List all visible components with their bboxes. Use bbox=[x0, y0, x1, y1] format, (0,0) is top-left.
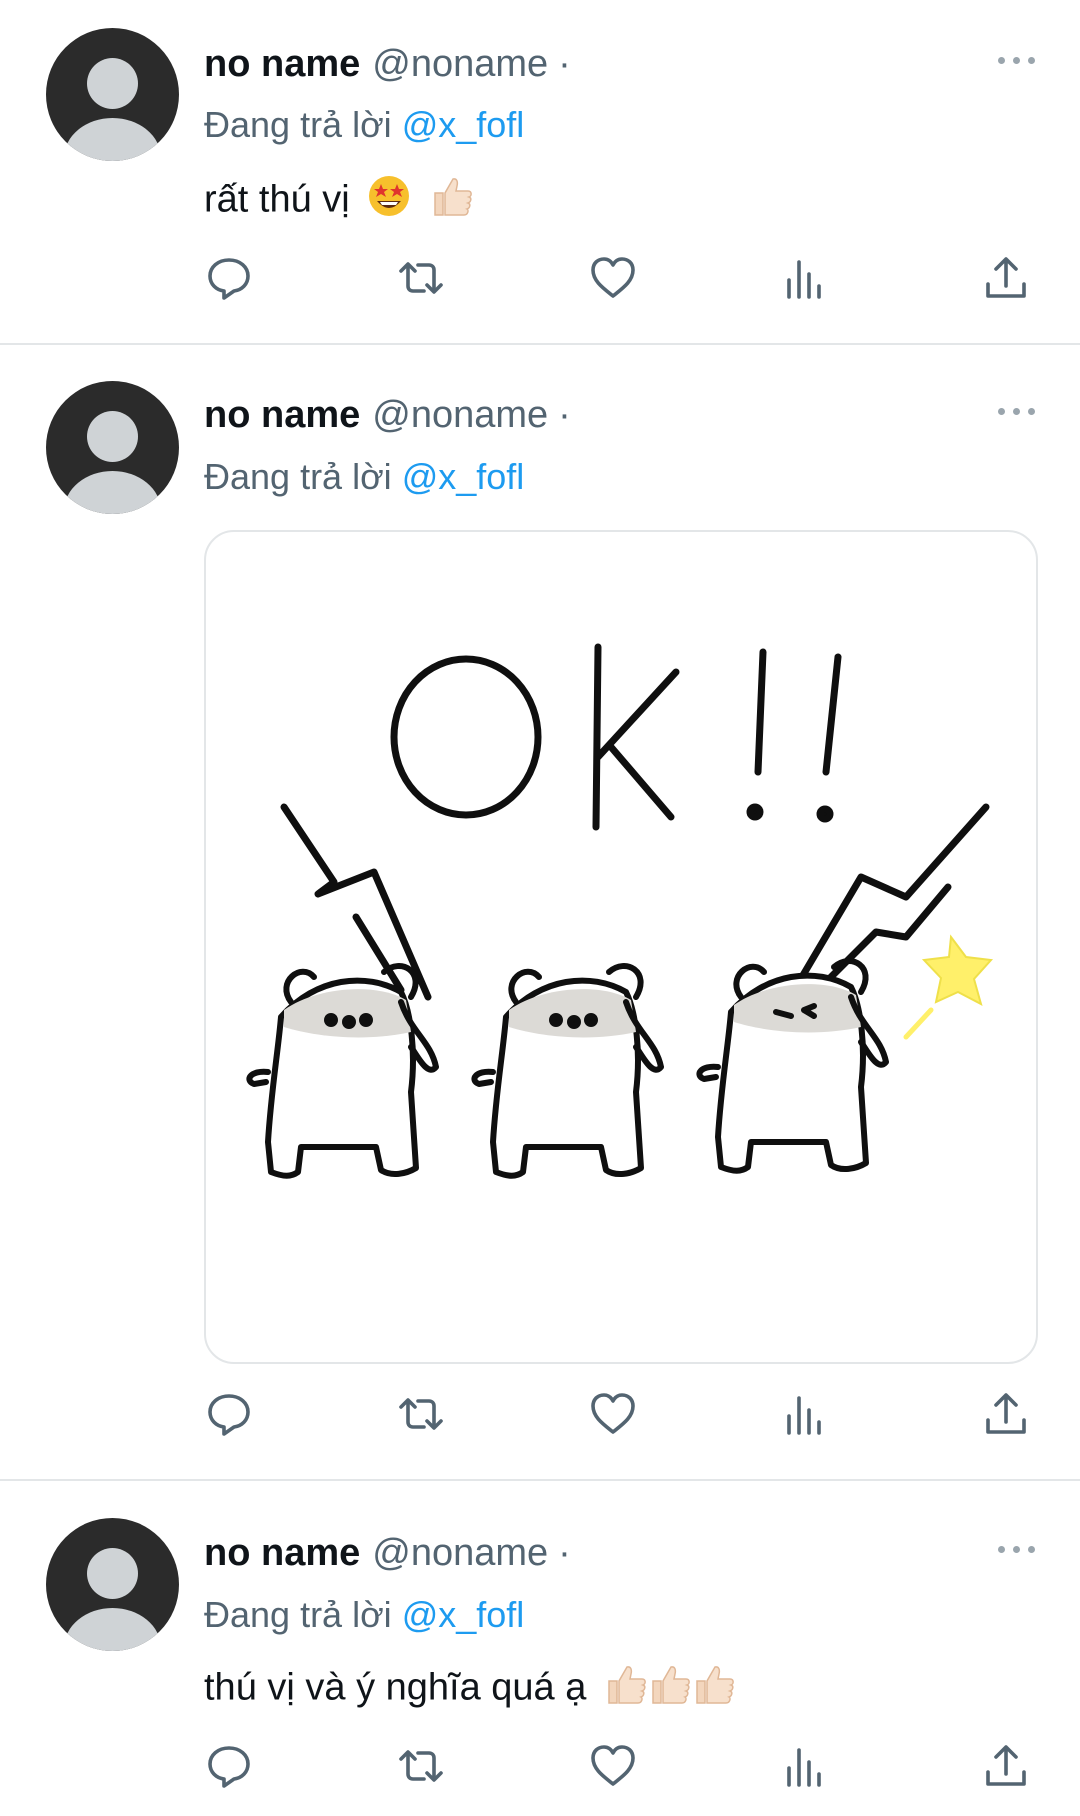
sparkle-star bbox=[903, 934, 994, 1040]
tweet-text-content: rất thú vị bbox=[204, 178, 350, 221]
avatar-head bbox=[87, 411, 138, 462]
replying-to: Đang trả lời @x_fofl bbox=[204, 455, 524, 499]
hamster-3 bbox=[696, 958, 889, 1174]
tweet-text-content: thú vị và ý nghĩa quá ạ bbox=[204, 1666, 587, 1709]
more-options-icon[interactable] bbox=[996, 1527, 1038, 1571]
avatar[interactable] bbox=[46, 381, 179, 514]
sticker-letter-k bbox=[592, 643, 680, 831]
avatar-head bbox=[87, 1548, 138, 1599]
like-icon[interactable] bbox=[585, 1386, 641, 1442]
avatar[interactable] bbox=[46, 28, 179, 161]
thumbs-up-emoji bbox=[647, 1661, 693, 1718]
star-struck-emoji bbox=[366, 173, 412, 230]
sticker-exclaim-2 bbox=[822, 653, 842, 776]
separator-dot: · bbox=[558, 394, 571, 436]
avatar-body bbox=[64, 1608, 161, 1651]
reply-icon[interactable] bbox=[201, 250, 257, 306]
tweet-header: no name @noname · bbox=[204, 42, 571, 86]
avatar-body bbox=[64, 118, 161, 161]
replying-to: Đang trả lời @x_fofl bbox=[204, 103, 524, 147]
hamster-2 bbox=[471, 963, 664, 1179]
sticker-letter-o bbox=[390, 655, 542, 819]
avatar-head bbox=[87, 58, 138, 109]
tweet[interactable]: no name @noname · Đang trả lời @x_fofl thú… bbox=[0, 1481, 1080, 1816]
hamster-ok-sticker bbox=[246, 643, 994, 1179]
views-icon[interactable] bbox=[778, 1386, 834, 1442]
tweet-header: no name @noname · bbox=[204, 393, 571, 437]
more-options-icon[interactable] bbox=[996, 38, 1038, 82]
thumbs-up-emoji bbox=[429, 173, 475, 230]
thumbs-up-emoji bbox=[603, 1661, 649, 1718]
reply-mention-link[interactable]: @x_fofl bbox=[402, 1594, 525, 1635]
reply-mention-link[interactable]: @x_fofl bbox=[402, 104, 525, 145]
retweet-icon[interactable] bbox=[393, 1738, 449, 1794]
user-handle[interactable]: @noname bbox=[372, 394, 548, 436]
display-name[interactable]: no name bbox=[204, 43, 360, 85]
views-icon[interactable] bbox=[778, 1738, 834, 1794]
user-handle[interactable]: @noname bbox=[372, 43, 548, 85]
replying-to-label: Đang trả lời bbox=[204, 456, 392, 497]
reply-mention-link[interactable]: @x_fofl bbox=[402, 456, 525, 497]
retweet-icon[interactable] bbox=[393, 1386, 449, 1442]
display-name[interactable]: no name bbox=[204, 1532, 360, 1574]
replying-to: Đang trả lời @x_fofl bbox=[204, 1593, 524, 1637]
share-icon[interactable] bbox=[978, 1738, 1034, 1794]
share-icon[interactable] bbox=[978, 250, 1034, 306]
separator-dot: · bbox=[558, 43, 571, 85]
hamster-1 bbox=[246, 963, 439, 1179]
tweet-actions bbox=[0, 250, 1080, 306]
tweet-media-sticker[interactable] bbox=[204, 530, 1038, 1364]
tweet-header: no name @noname · bbox=[204, 1531, 571, 1575]
sticker-exclaim-1 bbox=[754, 648, 767, 776]
user-handle[interactable]: @noname bbox=[372, 1532, 548, 1574]
reply-icon[interactable] bbox=[201, 1738, 257, 1794]
retweet-icon[interactable] bbox=[393, 250, 449, 306]
reply-icon[interactable] bbox=[201, 1386, 257, 1442]
avatar[interactable] bbox=[46, 1518, 179, 1651]
thumbs-up-emoji bbox=[691, 1661, 737, 1718]
tweet[interactable]: no name @noname · Đang trả lời @x_fofl rất… bbox=[0, 0, 1080, 345]
separator-dot: · bbox=[558, 1532, 571, 1574]
tweet-text: rất thú vị bbox=[204, 173, 475, 230]
replying-to-label: Đang trả lời bbox=[204, 104, 392, 145]
tweet-text: thú vị và ý nghĩa quá ạ bbox=[204, 1661, 737, 1718]
views-icon[interactable] bbox=[778, 250, 834, 306]
tweet-actions bbox=[0, 1386, 1080, 1442]
display-name[interactable]: no name bbox=[204, 394, 360, 436]
like-icon[interactable] bbox=[585, 250, 641, 306]
tweet-actions bbox=[0, 1738, 1080, 1794]
replying-to-label: Đang trả lời bbox=[204, 1594, 392, 1635]
share-icon[interactable] bbox=[978, 1386, 1034, 1442]
avatar-body bbox=[64, 471, 161, 514]
more-options-icon[interactable] bbox=[996, 389, 1038, 433]
like-icon[interactable] bbox=[585, 1738, 641, 1794]
